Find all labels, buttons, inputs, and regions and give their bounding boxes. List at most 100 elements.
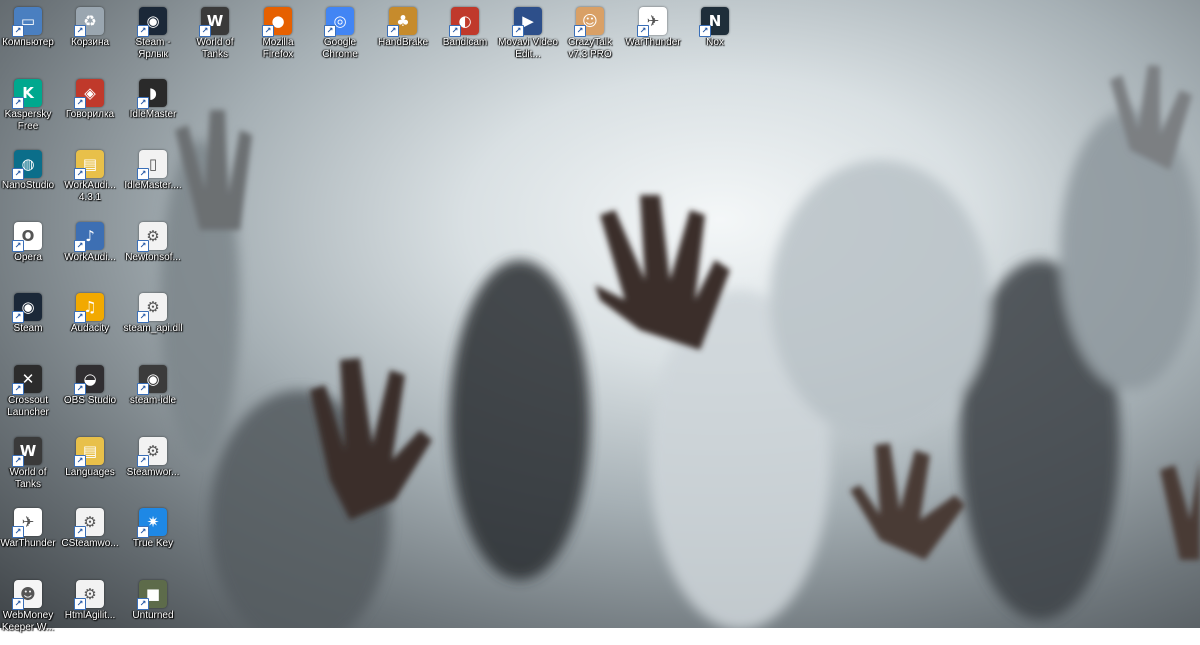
desktop-icon[interactable]: ◐ ↗ Bandicam — [435, 2, 495, 72]
shortcut-arrow-icon: ↗ — [137, 239, 149, 252]
world-of-tanks-icon: W ↗ — [12, 436, 42, 467]
webmoney-icon: ☻ ↗ — [12, 579, 42, 610]
steam-icon: ◉ ↗ — [12, 293, 42, 324]
desktop-icon-label: Nox — [706, 37, 724, 48]
desktop-icon[interactable]: ✈ ↗ WarThunder — [0, 503, 58, 573]
desktop-icon[interactable]: ☻ ↗ WebMoney Keeper W... — [0, 575, 58, 645]
desktop-icon[interactable]: ▤ ↗ WorkAudi... 4.3.1 — [60, 145, 120, 215]
desktop-icon[interactable]: ▭ ↗ Компьютер — [0, 2, 58, 72]
shortcut-arrow-icon: ↗ — [74, 239, 86, 252]
kaspersky-icon: K ↗ — [12, 78, 42, 109]
desktop-icon-label: Opera — [14, 251, 42, 263]
desktop-icon-label: Корзина — [70, 37, 110, 48]
desktop-icon[interactable]: W ↗ World of Tanks — [185, 2, 245, 72]
nox-icon: N ↗ — [699, 7, 729, 37]
chrome-icon: ◎ ↗ — [324, 7, 354, 37]
desktop-icon-label: World of Tanks — [9, 466, 47, 490]
desktop-icon[interactable]: ☺ ↗ CrazyTalk v7.3 PRO — [560, 2, 620, 72]
steam-idle-icon: ◉ ↗ — [137, 365, 167, 395]
shortcut-arrow-icon: ↗ — [12, 454, 24, 467]
desktop-icon-label: Unturned — [132, 609, 174, 621]
desktop-icon[interactable]: ✈ ↗ WarThunder — [623, 2, 683, 72]
desktop-icon[interactable]: ♻ ↗ Корзина — [60, 2, 120, 72]
desktop-icon-label: Crossout Launcher — [7, 395, 49, 418]
desktop-icon[interactable]: ⚙ ↗ CSteamwo... — [60, 503, 120, 573]
shortcut-arrow-icon: ↗ — [74, 311, 86, 324]
desktop-icon[interactable]: ■ ↗ Unturned — [123, 575, 183, 645]
shortcut-arrow-icon: ↗ — [137, 454, 149, 467]
shortcut-arrow-icon: ↗ — [74, 168, 86, 181]
desktop-icon-label: True Key — [132, 538, 174, 550]
desktop-icon[interactable]: O ↗ Opera — [0, 217, 58, 287]
desktop-icon-label: WebMoney Keeper W... — [1, 609, 55, 633]
desktop-icon[interactable]: N ↗ Nox — [685, 2, 745, 72]
shortcut-arrow-icon: ↗ — [137, 311, 149, 324]
idlemaster-icon: ◗ ↗ — [137, 78, 167, 109]
desktop-icon[interactable]: ⚙ ↗ steam_api.dll — [123, 288, 183, 358]
desktop-icon[interactable]: ◒ ↗ OBS Studio — [60, 360, 120, 430]
dll-file-icon: ⚙ ↗ — [137, 436, 167, 467]
desktop-icon[interactable]: ▤ ↗ Languages — [60, 432, 120, 502]
shortcut-arrow-icon: ↗ — [74, 526, 86, 539]
desktop-icon[interactable]: K ↗ Kaspersky Free — [0, 74, 58, 144]
desktop-icon[interactable]: ◍ ↗ NanoStudio — [0, 145, 58, 215]
shortcut-arrow-icon: ↗ — [12, 25, 24, 37]
dll-file-icon: ⚙ ↗ — [74, 579, 104, 610]
desktop-icon-label: steam_api.dll — [123, 323, 183, 335]
true-key-icon: ✷ ↗ — [137, 508, 167, 539]
desktop-icon[interactable]: ◉ ↗ Steam — [0, 288, 58, 358]
workaudio-icon: ♪ ↗ — [74, 221, 104, 252]
desktop-icon-label: Mozilla Firefox — [262, 37, 294, 60]
shortcut-arrow-icon: ↗ — [137, 25, 149, 37]
steam-icon: ◉ ↗ — [137, 7, 167, 37]
desktop-icon[interactable]: ✷ ↗ True Key — [123, 503, 183, 573]
desktop-icon-label: WorkAudi... — [64, 251, 116, 263]
warthunder-icon: ✈ ↗ — [637, 7, 667, 37]
desktop-icon[interactable]: ◈ ↗ Говорилка — [60, 74, 120, 144]
desktop-icon[interactable]: ▶ ↗ Movavi Video Edit... — [498, 2, 558, 72]
desktop-icon[interactable]: ✕ ↗ Crossout Launcher — [0, 360, 58, 430]
desktop-icon-label: IdleMaster.... — [124, 180, 182, 192]
shortcut-arrow-icon: ↗ — [74, 597, 86, 610]
desktop-icon[interactable]: ● ↗ Mozilla Firefox — [248, 2, 308, 72]
desktop-icon-label: steam-idle — [129, 395, 177, 406]
desktop-icon[interactable]: ◗ ↗ IdleMaster — [123, 74, 183, 144]
desktop-icon-label: HtmlAgilit... — [64, 609, 116, 621]
shortcut-arrow-icon: ↗ — [387, 25, 399, 37]
desktop-icon-label: CrazyTalk v7.3 PRO — [568, 37, 612, 60]
obs-icon: ◒ ↗ — [74, 365, 104, 395]
shortcut-arrow-icon: ↗ — [74, 96, 86, 109]
audacity-icon: ♫ ↗ — [74, 293, 104, 324]
shortcut-arrow-icon: ↗ — [12, 168, 24, 181]
desktop-icon[interactable]: ◎ ↗ Google Chrome — [310, 2, 370, 72]
firefox-icon: ● ↗ — [262, 7, 292, 37]
govorilka-icon: ◈ ↗ — [74, 78, 104, 109]
shortcut-arrow-icon: ↗ — [262, 25, 274, 37]
desktop-icon-label: Steamwor... — [126, 466, 180, 478]
desktop-icon[interactable]: ♫ ↗ Audacity — [60, 288, 120, 358]
desktop-icon[interactable]: ▯ ↗ IdleMaster.... — [123, 145, 183, 215]
shortcut-arrow-icon: ↗ — [137, 526, 149, 539]
shortcut-arrow-icon: ↗ — [512, 25, 524, 37]
desktop-icon[interactable]: ⚙ ↗ Steamwor... — [123, 432, 183, 502]
desktop-icon[interactable]: ⚙ ↗ HtmlAgilit... — [60, 575, 120, 645]
desktop-icon-label: Steam — [13, 323, 43, 335]
desktop-icon-label: Movavi Video Edit... — [498, 37, 558, 60]
dll-file-icon: ⚙ ↗ — [137, 293, 167, 324]
shortcut-arrow-icon: ↗ — [12, 526, 24, 539]
desktop-icon[interactable]: ♣ ↗ HandBrake — [373, 2, 433, 72]
desktop-icon[interactable]: ♪ ↗ WorkAudi... — [60, 217, 120, 287]
shortcut-arrow-icon: ↗ — [137, 168, 149, 181]
shortcut-arrow-icon: ↗ — [449, 25, 461, 37]
desktop-icon[interactable]: ◉ ↗ Steam - Ярлык — [123, 2, 183, 72]
shortcut-arrow-icon: ↗ — [137, 96, 149, 109]
shortcut-arrow-icon: ↗ — [12, 311, 24, 324]
desktop-icon[interactable]: W ↗ World of Tanks — [0, 432, 58, 502]
desktop-icon[interactable]: ◉ ↗ steam-idle — [123, 360, 183, 430]
shortcut-arrow-icon: ↗ — [74, 25, 86, 37]
crossout-icon: ✕ ↗ — [12, 365, 42, 395]
file-icon: ▯ ↗ — [137, 150, 167, 181]
desktop-icon-grid: ▭ ↗ Компьютер ♻ ↗ Корзина ◉ ↗ Steam - Ярлык W ↗ Wor… — [0, 0, 1200, 633]
desktop-icon[interactable]: ⚙ ↗ Newtonsof... — [123, 217, 183, 287]
desktop-icon-label: WorkAudi... 4.3.1 — [64, 180, 116, 204]
